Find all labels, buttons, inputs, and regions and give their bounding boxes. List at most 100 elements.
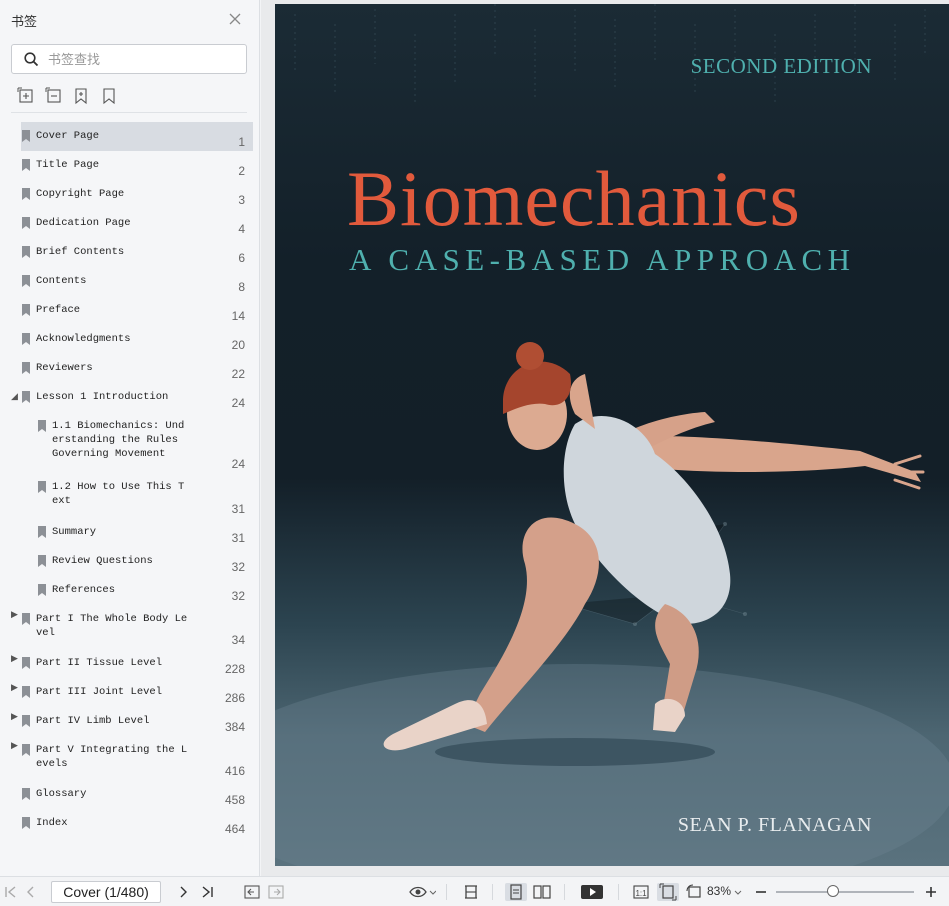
bookmark-flag-icon (22, 130, 30, 142)
zoom-level[interactable]: 83% (707, 884, 731, 898)
chevron-down-icon[interactable] (733, 883, 743, 901)
bookmark-page-number: 20 (231, 338, 245, 352)
fit-page-icon[interactable] (657, 883, 679, 901)
document-view[interactable]: SECOND EDITION Biomechanics A CASE-BASED… (261, 0, 949, 876)
rotate-icon[interactable] (685, 883, 703, 901)
bookmark-icon[interactable] (100, 87, 118, 105)
collapse-all-icon[interactable] (45, 87, 63, 105)
bookmark-item[interactable]: Title Page 2 (0, 151, 260, 180)
bookmark-label: Contents (36, 275, 87, 287)
bookmark-flag-icon (22, 333, 30, 345)
collapsed-arrow-icon[interactable]: ▶ (11, 609, 18, 620)
bookmark-page-number: 464 (224, 822, 245, 836)
bookmark-toolbar (11, 87, 247, 107)
eye-protection-icon[interactable] (408, 883, 436, 901)
play-slideshow-icon[interactable] (580, 883, 604, 901)
bookmark-item[interactable]: Dedication Page 4 (0, 209, 260, 238)
zoom-slider[interactable] (776, 891, 914, 893)
bookmark-flag-icon (38, 526, 46, 538)
bookmark-item[interactable]: ▶ Part I The Whole Body Le vel 34 (0, 605, 260, 649)
bookmark-item[interactable]: Copyright Page 3 (0, 180, 260, 209)
back-icon[interactable] (243, 883, 261, 901)
bookmark-child-item[interactable]: References 32 (0, 576, 260, 605)
bookmark-search-input[interactable] (48, 50, 238, 68)
bookmark-page-number: 31 (231, 531, 245, 545)
bookmark-page-number: 24 (231, 396, 245, 410)
collapsed-arrow-icon[interactable]: ▶ (11, 740, 18, 751)
bookmark-item[interactable]: Acknowledgments 20 (0, 325, 260, 354)
bookmark-label: Acknowledgments (36, 333, 131, 345)
collapsed-arrow-icon[interactable]: ▶ (11, 682, 18, 693)
two-page-icon[interactable] (532, 883, 552, 901)
bookmark-flag-icon (22, 275, 30, 287)
add-bookmark-icon[interactable] (72, 87, 90, 105)
actual-size-icon[interactable]: 1:1 (632, 883, 650, 901)
bookmark-panel-header: 书签 (0, 0, 260, 38)
bookmark-page-number: 24 (231, 457, 245, 471)
forward-icon[interactable] (267, 883, 285, 901)
next-page-icon[interactable] (174, 883, 192, 901)
bookmark-child-item[interactable]: Summary 31 (0, 518, 260, 547)
bottom-toolbar: Cover (1/480) 1:1 83% (0, 876, 949, 906)
bookmark-child-item[interactable]: 1.2 How to Use This T ext 31 (0, 473, 260, 518)
bookmark-label: Index (36, 817, 68, 829)
bookmark-child-item[interactable]: Review Questions 32 (0, 547, 260, 576)
separator (564, 884, 565, 900)
bookmark-flag-icon (22, 217, 30, 229)
bookmark-page-number: 22 (231, 367, 245, 381)
separator (446, 884, 447, 900)
bookmark-flag-icon (38, 420, 46, 432)
collapsed-arrow-icon[interactable]: ▶ (11, 711, 18, 722)
previous-page-icon[interactable] (22, 883, 40, 901)
first-page-icon[interactable] (2, 883, 20, 901)
bookmark-item[interactable]: Index 464 (0, 809, 260, 838)
bookmark-child-item[interactable]: 1.1 Biomechanics: Und erstanding the Rul… (0, 412, 260, 473)
bookmark-flag-icon (38, 555, 46, 567)
bookmark-item[interactable]: ▶ Part II Tissue Level 228 (0, 649, 260, 678)
bookmark-flag-icon (38, 481, 46, 493)
page-indicator[interactable]: Cover (1/480) (51, 881, 161, 903)
last-page-icon[interactable] (198, 883, 216, 901)
bookmark-panel: 书签 书签查找 Cover Page 1 Title Page 2 Copyri… (0, 0, 260, 876)
bookmark-flag-icon (22, 657, 30, 669)
zoom-out-icon[interactable] (752, 883, 770, 901)
bookmark-label: Dedication Page (36, 217, 131, 229)
bookmark-flag-icon (22, 391, 30, 403)
bookmark-search-box[interactable] (11, 44, 247, 74)
bookmark-label: 1.1 Biomechanics: Und erstanding the Rul… (52, 420, 185, 460)
bookmark-item[interactable]: Reviewers 22 (0, 354, 260, 383)
single-page-icon[interactable] (505, 883, 527, 901)
bookmark-flag-icon (22, 715, 30, 727)
expand-all-icon[interactable] (17, 87, 35, 105)
bookmark-label: Lesson 1 Introduction (36, 391, 169, 403)
bookmark-label: Reviewers (36, 362, 93, 374)
expanded-arrow-icon[interactable]: ◢ (11, 391, 18, 402)
bookmark-flag-icon (22, 246, 30, 258)
bookmark-item[interactable]: Cover Page 1 (0, 122, 260, 151)
close-icon[interactable] (228, 12, 242, 26)
bookmark-label: 1.2 How to Use This T ext (52, 481, 185, 507)
bookmark-label: Part IV Limb Level (36, 715, 150, 727)
bookmark-flag-icon (22, 304, 30, 316)
bookmark-item[interactable]: ▶ Part IV Limb Level 384 (0, 707, 260, 736)
bookmark-item[interactable]: ◢ Lesson 1 Introduction 24 (0, 383, 260, 412)
bookmark-item[interactable]: Preface 14 (0, 296, 260, 325)
zoom-in-icon[interactable] (922, 883, 940, 901)
bookmark-page-number: 416 (224, 764, 245, 778)
fit-width-icon[interactable] (462, 883, 480, 901)
bookmark-item[interactable]: Brief Contents 6 (0, 238, 260, 267)
bookmark-item[interactable]: Glossary 458 (0, 780, 260, 809)
bookmark-page-number: 286 (224, 691, 245, 705)
separator (618, 884, 619, 900)
bookmark-label: Summary (52, 526, 97, 538)
bookmark-item[interactable]: ▶ Part III Joint Level 286 (0, 678, 260, 707)
collapsed-arrow-icon[interactable]: ▶ (11, 653, 18, 664)
bookmark-page-number: 32 (231, 560, 245, 574)
bookmark-item[interactable]: Contents 8 (0, 267, 260, 296)
bookmark-flag-icon (22, 159, 30, 171)
zoom-slider-knob[interactable] (827, 885, 839, 897)
cover-edition: SECOND EDITION (690, 54, 872, 78)
bookmark-page-number: 1 (238, 135, 245, 149)
bookmark-page-number: 3 (238, 193, 245, 207)
bookmark-item[interactable]: ▶ Part V Integrating the L evels 416 (0, 736, 260, 780)
